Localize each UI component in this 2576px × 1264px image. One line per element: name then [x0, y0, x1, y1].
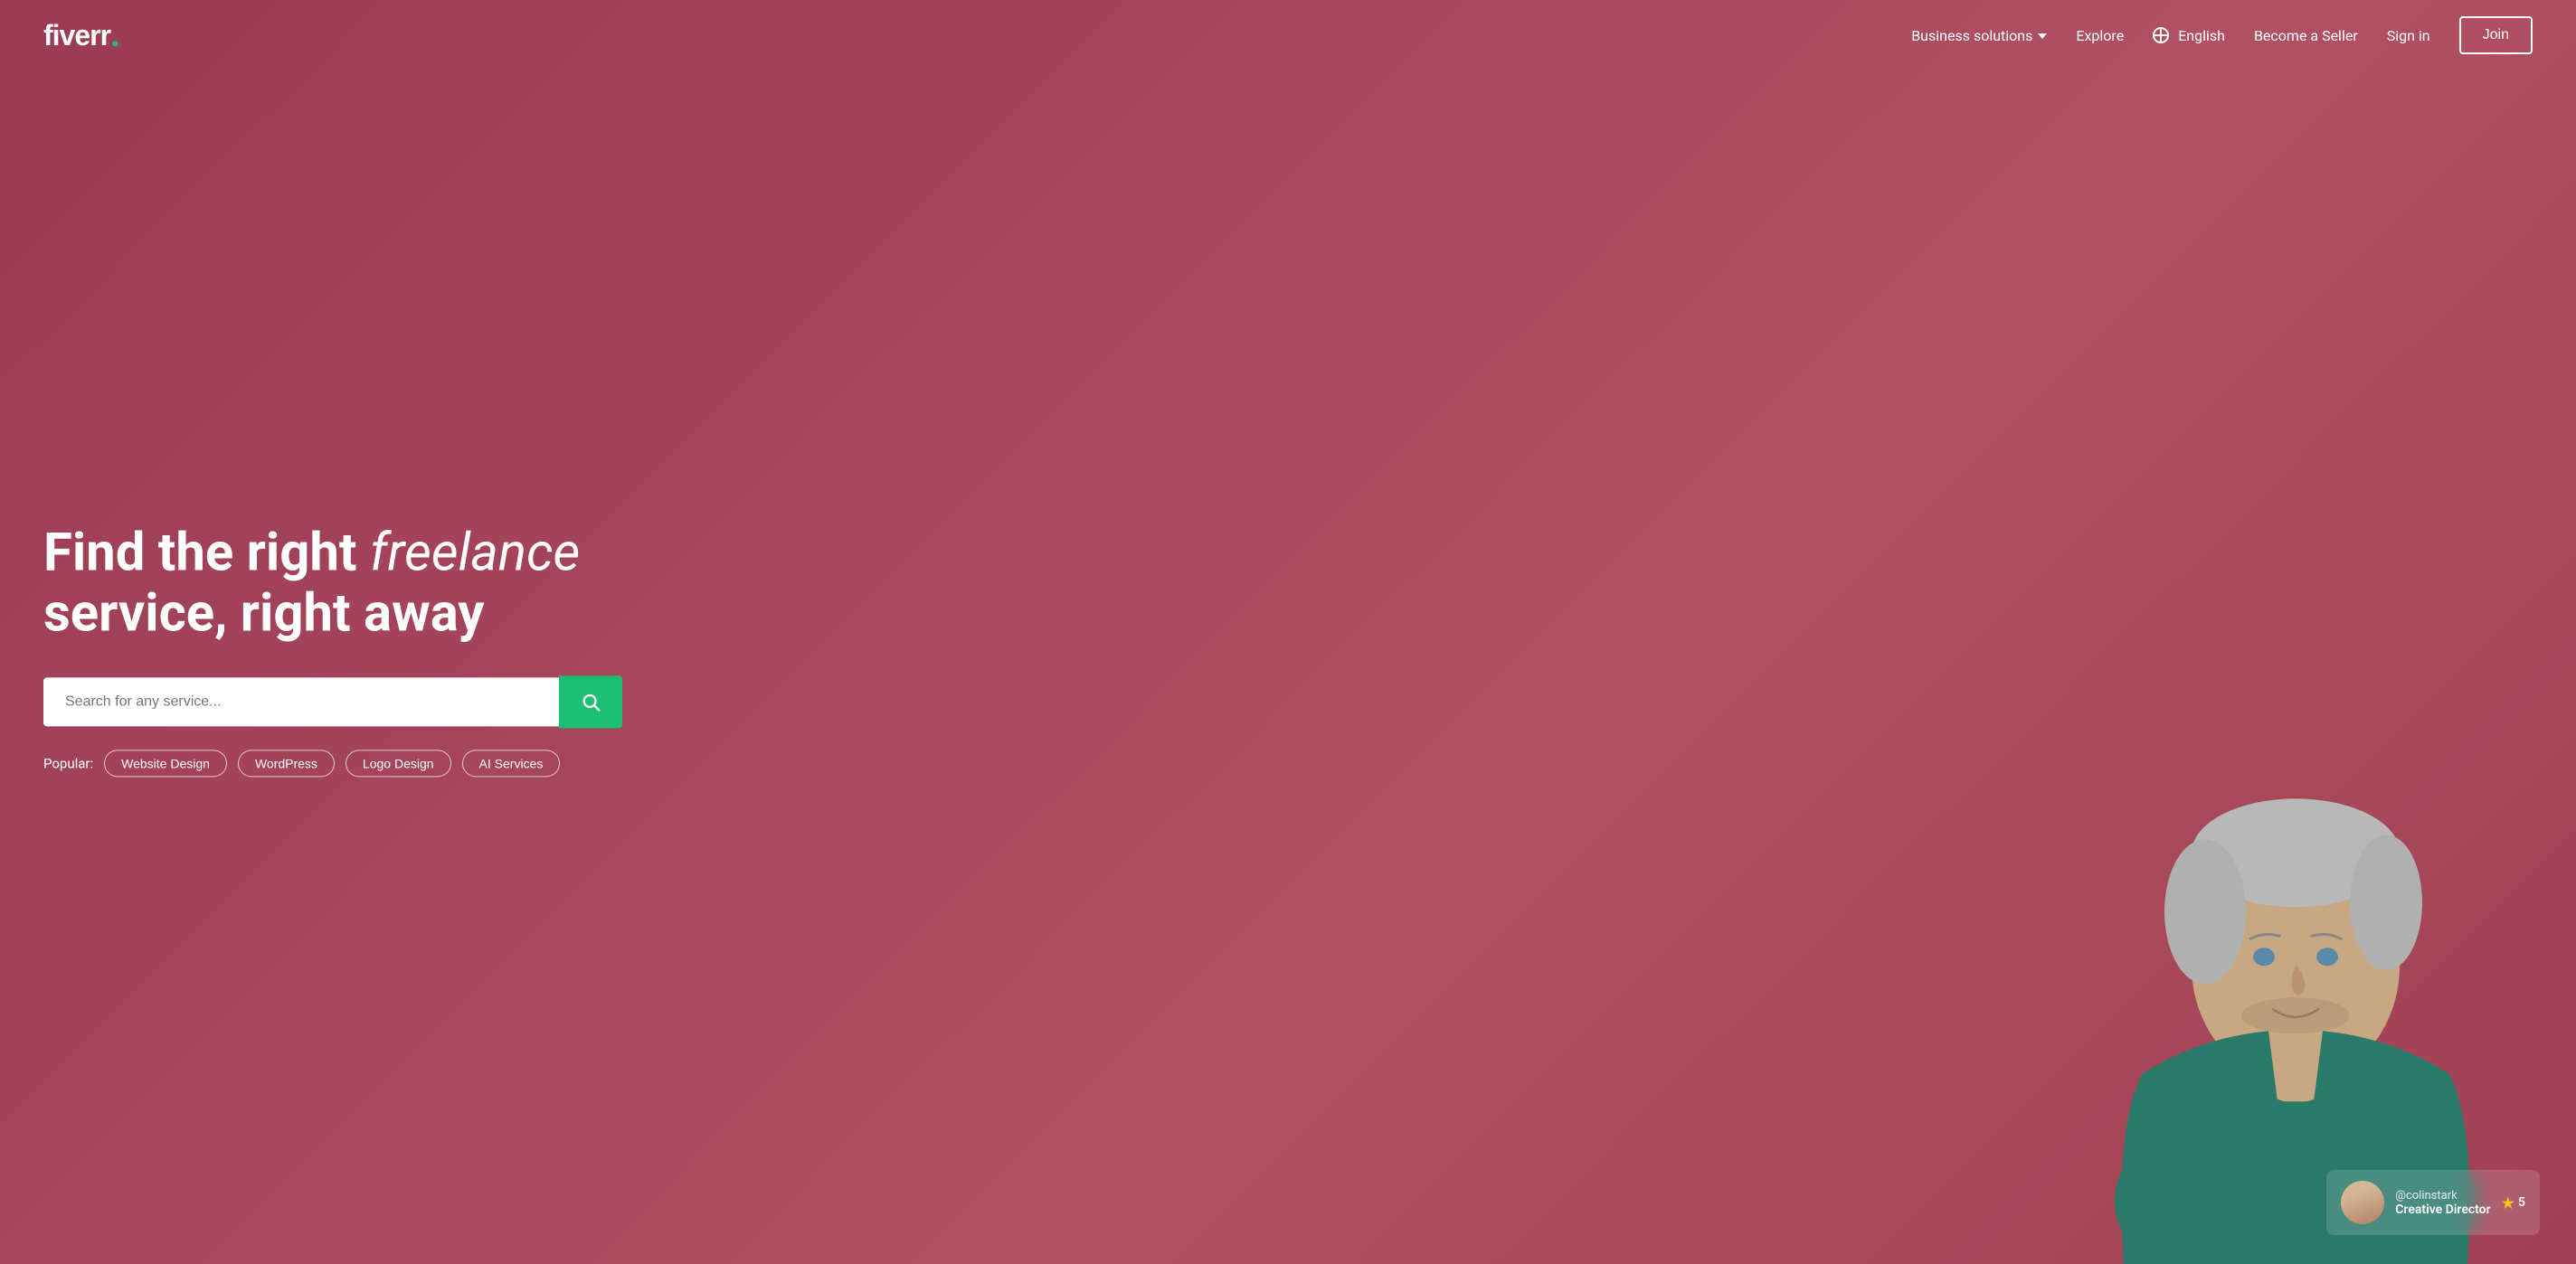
sign-in-nav[interactable]: Sign in	[2387, 27, 2430, 44]
user-handle: @colinstark	[2395, 1189, 2490, 1203]
person-illustration	[2069, 190, 2522, 1264]
search-input[interactable]	[43, 678, 559, 727]
popular-section: Popular: Website Design WordPress Logo D…	[43, 750, 622, 778]
popular-tag-wordpress[interactable]: WordPress	[238, 750, 335, 778]
become-seller-label: Become a Seller	[2254, 27, 2358, 44]
hero-content: Find the right freelance service, right …	[43, 523, 622, 777]
sign-in-label: Sign in	[2387, 27, 2430, 44]
nav-links: Business solutions Explore English Becom…	[1911, 16, 2533, 54]
business-solutions-nav[interactable]: Business solutions	[1911, 27, 2047, 44]
search-container	[43, 676, 622, 729]
search-button[interactable]	[559, 676, 622, 729]
user-info: @colinstark Creative Director	[2395, 1189, 2490, 1217]
business-solutions-label: Business solutions	[1911, 27, 2032, 44]
star-icon: ★	[2502, 1194, 2514, 1212]
globe-icon	[2153, 27, 2169, 43]
popular-tag-website-design[interactable]: Website Design	[104, 750, 227, 778]
hero-section: fiverr. Business solutions Explore Engli…	[0, 0, 2576, 1264]
search-icon	[581, 693, 601, 712]
hero-image-area: @colinstark Creative Director ★ 5	[1160, 0, 2576, 1264]
hero-title-part1: Find the right	[43, 522, 370, 583]
hero-title-part2: service, right away	[43, 582, 485, 644]
logo-text: fiverr	[43, 19, 110, 52]
explore-label: Explore	[2076, 27, 2124, 44]
user-card: @colinstark Creative Director ★ 5	[2326, 1170, 2540, 1235]
language-label: English	[2178, 27, 2225, 44]
popular-tag-ai-services[interactable]: AI Services	[462, 750, 561, 778]
language-nav[interactable]: English	[2153, 27, 2225, 44]
user-rating: ★ 5	[2502, 1194, 2525, 1212]
join-button[interactable]: Join	[2459, 16, 2533, 54]
navbar: fiverr. Business solutions Explore Engli…	[0, 0, 2576, 71]
logo-dot: .	[110, 16, 120, 54]
become-seller-nav[interactable]: Become a Seller	[2254, 27, 2358, 44]
popular-tag-logo-design[interactable]: Logo Design	[346, 750, 451, 778]
explore-nav[interactable]: Explore	[2076, 27, 2124, 44]
user-title: Creative Director	[2395, 1203, 2490, 1217]
hero-title-italic: freelance	[370, 522, 580, 583]
popular-label: Popular:	[43, 756, 93, 772]
rating-value: 5	[2518, 1195, 2525, 1210]
hero-title: Find the right freelance service, right …	[43, 523, 622, 643]
avatar	[2341, 1181, 2384, 1224]
logo[interactable]: fiverr.	[43, 16, 120, 54]
avatar-image	[2341, 1181, 2384, 1224]
chevron-down-icon	[2038, 33, 2047, 39]
